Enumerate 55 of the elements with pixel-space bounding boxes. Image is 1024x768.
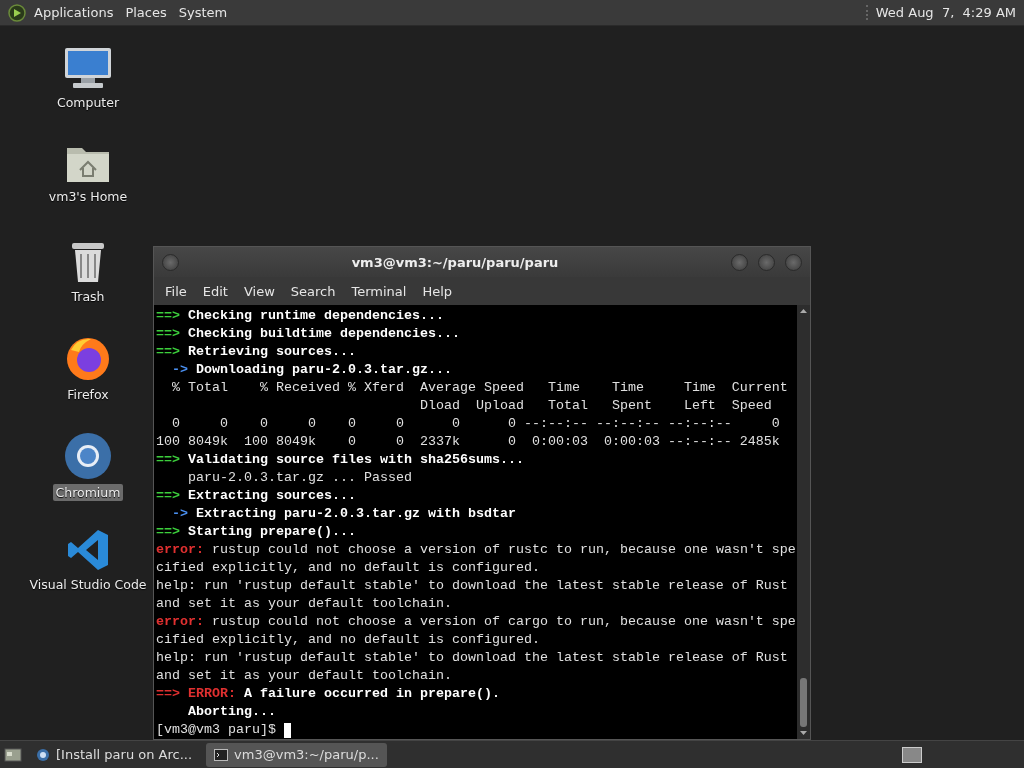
scrollbar[interactable] — [797, 305, 810, 739]
show-desktop-icon[interactable] — [4, 746, 22, 763]
menu-item[interactable]: Help — [415, 281, 460, 301]
terminal-line: ==> Validating source files with sha256sums... — [156, 451, 524, 469]
desktop-icon-label[interactable]: vm3's Home — [45, 188, 131, 205]
terminal-line: ==> Retrieving sources... — [156, 343, 356, 361]
chromium-icon — [36, 747, 50, 762]
chromium-icon[interactable] — [64, 432, 112, 480]
desktop-icon-label[interactable]: Chromium — [52, 484, 124, 501]
terminal-line: ==> Checking runtime dependencies... — [156, 307, 444, 325]
desktop-icon-label[interactable]: Trash — [68, 288, 108, 305]
terminal-line: ==> ERROR: A failure occurred in prepare(). — [156, 685, 500, 703]
terminal-line: -> Downloading paru-2.0.3.tar.gz... — [171, 361, 452, 379]
taskbar-button[interactable]: [Install paru on Arc... — [28, 742, 201, 767]
terminal-line: cified explicitly, and no default is configured. — [156, 559, 540, 577]
distro-logo-icon[interactable] — [8, 3, 26, 22]
terminal-line: 100 8049k 100 8049k 0 0 2337k 0 0:00:03 0:00:03 --:--:-- 2485k — [156, 433, 780, 451]
menu-item[interactable]: File — [158, 281, 194, 301]
computer-icon[interactable] — [63, 46, 113, 90]
desktop-icon-label[interactable]: Firefox — [64, 386, 112, 403]
scrollbar-thumb[interactable] — [800, 677, 807, 727]
panel-menu[interactable]: Places — [121, 5, 171, 20]
window-title: vm3@vm3:~/paru/paru/paru — [350, 254, 560, 270]
vscode-icon[interactable] — [66, 528, 110, 572]
desktop-icon-label[interactable]: Computer — [53, 94, 123, 111]
panel-menu[interactable]: Applications — [30, 5, 118, 20]
desktop-icon-label[interactable]: Visual Studio Code — [26, 576, 150, 593]
firefox-icon[interactable] — [65, 336, 111, 382]
trash-icon[interactable] — [69, 240, 107, 284]
terminal-line: ==> Extracting sources... — [156, 487, 356, 505]
workspace-switcher[interactable] — [902, 746, 922, 763]
terminal-line: [vm3@vm3 paru]$ — [156, 721, 277, 739]
terminal-line: and set it as your default toolchain. — [156, 595, 452, 613]
taskbar-button[interactable]: vm3@vm3:~/paru/p... — [206, 742, 387, 767]
menu-item[interactable]: Edit — [195, 281, 235, 301]
terminal-line: Dload Upload Total Spent Left Speed — [418, 397, 772, 415]
panel-menu[interactable]: System — [174, 5, 232, 20]
terminal-line: % Total % Received % Xferd Average Speed Time Time Time Current — [171, 379, 788, 397]
terminal-line: help: run 'rustup default stable' to download the latest stable release of Rust — [156, 649, 788, 667]
clock[interactable]: Wed Aug 7, 4:29 AM — [865, 5, 1016, 20]
menu-item[interactable]: Terminal — [344, 281, 414, 301]
terminal-line: ==> Starting prepare()... — [156, 523, 356, 541]
menu-item[interactable]: Search — [283, 281, 343, 301]
terminal-line: error: rustup could not choose a version of cargo to run, because one wasn't spe — [156, 613, 796, 631]
terminal-line: -> Extracting paru-2.0.3.tar.gz with bsdtar — [171, 505, 516, 523]
terminal-line: paru-2.0.3.tar.gz ... Passed — [187, 469, 412, 487]
terminal-line: error: rustup could not choose a version of rustc to run, because one wasn't spe — [156, 541, 796, 559]
menu-item[interactable]: View — [236, 281, 282, 301]
terminal-line: Aborting... — [187, 703, 276, 721]
terminal-icon — [214, 748, 229, 761]
terminal-line: help: run 'rustup default stable' to download the latest stable release of Rust — [156, 577, 788, 595]
terminal-line: cified explicitly, and no default is configured. — [156, 631, 540, 649]
terminal-line: ==> Checking buildtime dependencies... — [156, 325, 460, 343]
terminal-line: 0 0 0 0 0 0 0 0 --:--:-- --:--:-- --:--:-- 0 — [171, 415, 780, 433]
terminal-line: and set it as your default toolchain. — [156, 667, 452, 685]
